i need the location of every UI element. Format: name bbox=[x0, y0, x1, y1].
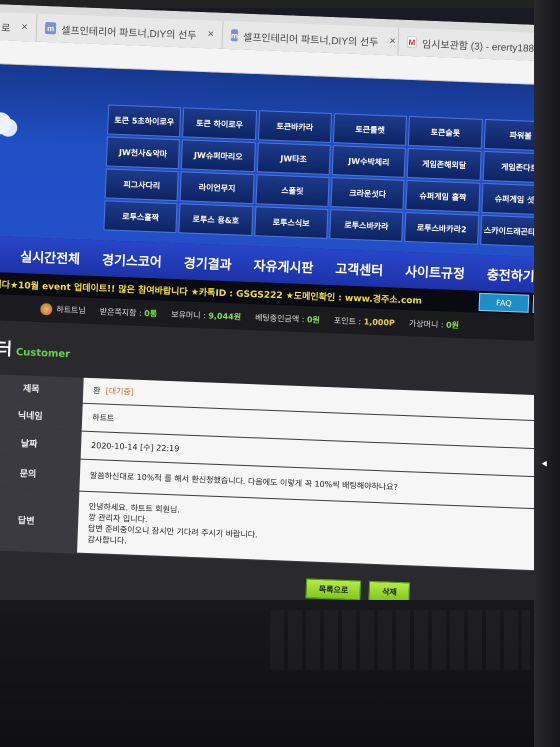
browser-tab[interactable]: 로 × bbox=[0, 11, 38, 42]
photo-of-monitor: 로 × m 셀프인테리어 파트너,DIY의 선두 × m 셀프인테리어 파트너,… bbox=[0, 0, 560, 747]
medal-icon bbox=[40, 303, 53, 316]
inquiry-detail-table: 제목 환 [대기중] 닉네임 하트트 날짜 2020-10-14 [수] 22:… bbox=[0, 373, 560, 572]
game-button[interactable]: 토큰룰렛 bbox=[332, 113, 408, 146]
nav-item-board[interactable]: 자유게시판 bbox=[253, 255, 313, 276]
nav-item-rules[interactable]: 사이트규정 bbox=[405, 260, 465, 281]
logo-cloud-icon bbox=[0, 111, 12, 135]
messages-count[interactable]: 받은쪽지함 : 0통 bbox=[100, 306, 158, 319]
game-button[interactable]: 슈퍼게임 홀짝 bbox=[405, 179, 481, 213]
faq-button[interactable]: FAQ bbox=[478, 292, 530, 313]
nav-item-support[interactable]: 고객센터 bbox=[335, 258, 384, 279]
nav-item-live[interactable]: 실시간전체 bbox=[20, 246, 80, 267]
user-nickname[interactable]: 하트트님 bbox=[40, 303, 86, 317]
betting-amount: 베팅중인금액 : 0원 bbox=[254, 312, 321, 325]
game-button[interactable]: 토큰바카라 bbox=[257, 110, 333, 144]
nav-item-scores[interactable]: 경기스코어 bbox=[102, 249, 162, 270]
tab-title: 셀프인테리어 파트너,DIY의 선두 bbox=[242, 32, 379, 49]
game-button[interactable]: 토큰 5초하이로우 bbox=[107, 104, 182, 138]
date-label: 날짜 bbox=[0, 427, 82, 459]
game-menu-grid: 토큰 5초하이로우 토큰 하이로우 토큰바카라 토큰룰렛 토큰슬롯 파워볼 JW천사&악마 J… bbox=[103, 104, 558, 248]
balance: 보유머니 : 9,044원 bbox=[171, 309, 242, 322]
game-button[interactable]: 로투스식보 bbox=[253, 206, 329, 239]
nav-item-results[interactable]: 경기결과 bbox=[183, 252, 232, 273]
close-icon[interactable]: × bbox=[21, 21, 28, 33]
monitor-screen: 로 × m 셀프인테리어 파트너,DIY의 선두 × m 셀프인테리어 파트너,… bbox=[0, 4, 560, 626]
game-button[interactable]: 크라운섯다 bbox=[330, 177, 405, 210]
question-label: 문의 bbox=[0, 455, 81, 491]
page-title: 센터 Customer bbox=[0, 334, 71, 362]
customer-center-content: 센터 Customer 제목 환 [대기중] 닉네임 하트트 날짜 2020-1… bbox=[0, 319, 560, 626]
monitor-bezel-right bbox=[534, 0, 560, 747]
points: 포인트 : 1,000P bbox=[333, 315, 396, 328]
back-to-list-button[interactable]: 목록으로 bbox=[305, 578, 362, 601]
game-button[interactable]: 로투스홀짝 bbox=[103, 200, 178, 234]
game-button[interactable]: 스플릿 bbox=[255, 174, 330, 207]
game-button[interactable]: 로투스바카라2 bbox=[404, 211, 479, 245]
game-money: 가상머니 : 0원 bbox=[408, 318, 460, 330]
close-icon[interactable]: × bbox=[207, 28, 214, 40]
site-header: 토큰 5초하이로우 토큰 하이로우 토큰바카라 토큰룰렛 토큰슬롯 파워볼 JW천사&악마 J… bbox=[0, 63, 560, 259]
tab-title: 로 bbox=[0, 22, 11, 35]
site-favicon-icon: m bbox=[230, 29, 239, 42]
nickname-label: 닉네임 bbox=[0, 399, 83, 431]
tab-title: 셀프인테리어 파트너,DIY의 선두 bbox=[60, 25, 197, 42]
game-button[interactable]: 피그사다리 bbox=[104, 168, 180, 202]
site-favicon-icon: m bbox=[44, 21, 57, 35]
game-button[interactable]: JW타조 bbox=[256, 142, 331, 176]
answer-label: 답변 bbox=[0, 487, 80, 553]
game-button[interactable]: 토큰 하이로우 bbox=[182, 107, 257, 141]
game-button[interactable]: 라이언무지 bbox=[179, 171, 255, 205]
action-buttons: 목록으로 삭제 bbox=[305, 578, 411, 603]
gmail-icon: M bbox=[406, 35, 418, 49]
status-badge: [대기중] bbox=[105, 386, 135, 397]
game-button[interactable]: JW천사&악마 bbox=[105, 136, 181, 170]
page-title-ko: 센터 bbox=[0, 338, 13, 360]
game-button[interactable]: 로투스바카라 bbox=[329, 209, 404, 242]
game-button[interactable]: 로투스 용&호 bbox=[178, 203, 254, 237]
game-button[interactable]: JW슈퍼마리오 bbox=[181, 139, 256, 173]
game-button[interactable]: 게임존해외달 bbox=[406, 148, 482, 181]
close-icon[interactable]: × bbox=[389, 35, 396, 47]
nav-item-charge[interactable]: 충전하기 bbox=[487, 264, 536, 285]
game-button[interactable]: 토큰슬롯 bbox=[408, 116, 483, 149]
subject-label: 제목 bbox=[0, 373, 84, 403]
page-title-en: Customer bbox=[15, 347, 71, 361]
game-button[interactable]: JW수박체리 bbox=[331, 145, 407, 178]
keyboard-reflection bbox=[270, 610, 530, 670]
